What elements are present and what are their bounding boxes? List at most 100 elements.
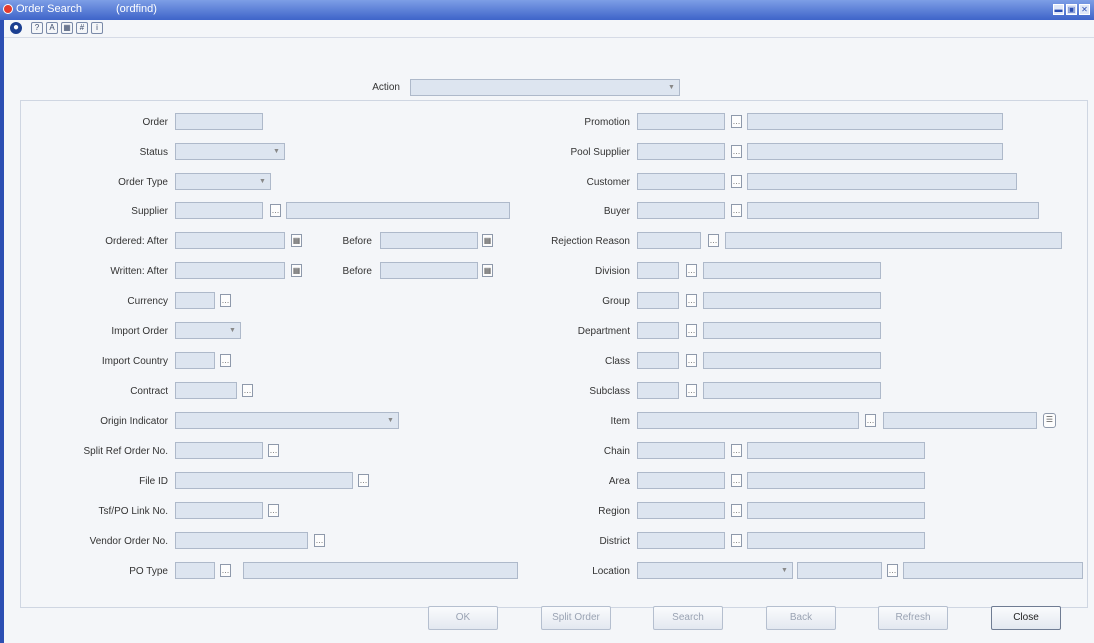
ordered-after-field[interactable] [175,232,285,249]
contract-label: Contract [130,386,168,397]
back-button[interactable]: Back [766,606,836,630]
customer-field[interactable] [637,173,725,190]
calendar-icon[interactable]: ▦ [482,264,493,277]
list-of-values-icon[interactable]: … [220,294,231,307]
customer-description-field [747,173,1017,190]
supplier-field[interactable] [175,202,263,219]
list-of-values-icon[interactable]: … [358,474,369,487]
list-of-values-icon[interactable]: … [270,204,281,217]
split-order-button[interactable]: Split Order [541,606,611,630]
maximize-icon[interactable]: ▣ [1066,4,1077,15]
currency-field[interactable] [175,292,215,309]
list-of-values-icon[interactable]: … [686,324,697,337]
ok-button[interactable]: OK [428,606,498,630]
list-of-values-icon[interactable]: … [220,354,231,367]
chain-field[interactable] [637,442,725,459]
close-button[interactable]: Close [991,606,1061,630]
order-field[interactable] [175,113,263,130]
list-of-values-icon[interactable]: … [242,384,253,397]
help-icon[interactable]: ? [31,22,43,34]
split-ref-order-field[interactable] [175,442,263,459]
calendar-icon[interactable]: ▦ [291,234,302,247]
region-field[interactable] [637,502,725,519]
department-field[interactable] [637,322,679,339]
import-order-dropdown[interactable]: ▼ [175,322,241,339]
subclass-field[interactable] [637,382,679,399]
list-of-values-icon[interactable]: … [731,175,742,188]
list-of-values-icon[interactable]: … [731,534,742,547]
spell-check-icon[interactable]: A [46,22,58,34]
location-field[interactable] [797,562,882,579]
location-type-dropdown[interactable]: ▼ [637,562,793,579]
group-description-field [703,292,881,309]
list-of-values-icon[interactable]: … [731,504,742,517]
department-label: Department [577,326,630,337]
contract-field[interactable] [175,382,237,399]
import-country-field[interactable] [175,352,215,369]
list-of-values-icon[interactable]: … [220,564,231,577]
list-of-values-icon[interactable]: … [865,414,876,427]
group-field[interactable] [637,292,679,309]
list-of-values-icon[interactable]: … [268,444,279,457]
close-window-icon[interactable]: ✕ [1079,4,1090,15]
file-id-field[interactable] [175,472,353,489]
class-field[interactable] [637,352,679,369]
list-of-values-icon[interactable]: … [731,115,742,128]
item-description-field [883,412,1037,429]
rejection-reason-description-field [725,232,1062,249]
list-of-values-icon[interactable]: … [731,145,742,158]
refresh-button[interactable]: Refresh [878,606,948,630]
po-type-field[interactable] [175,562,215,579]
tsf-po-link-field[interactable] [175,502,263,519]
origin-indicator-dropdown[interactable]: ▼ [175,412,399,429]
list-of-values-icon[interactable]: … [708,234,719,247]
import-order-label: Import Order [111,326,168,337]
list-of-values-icon[interactable]: … [731,204,742,217]
pool-supplier-field[interactable] [637,143,725,160]
list-of-values-icon[interactable]: … [686,354,697,367]
calendar-icon[interactable]: ▦ [291,264,302,277]
list-of-values-icon[interactable]: … [686,264,697,277]
chain-description-field [747,442,925,459]
search-button[interactable]: Search [653,606,723,630]
action-dropdown[interactable]: ▼ [410,79,680,96]
list-of-values-icon[interactable]: … [268,504,279,517]
list-of-values-icon[interactable]: … [731,474,742,487]
division-field[interactable] [637,262,679,279]
list-of-values-icon[interactable]: … [887,564,898,577]
window-title: Order Search [16,3,83,15]
district-field[interactable] [637,532,725,549]
minimize-icon[interactable]: ▬ [1053,4,1064,15]
globe-icon[interactable]: ● [10,22,22,34]
window-module-id: (ordfind) [116,3,157,15]
list-of-values-icon[interactable]: … [686,294,697,307]
chevron-down-icon: ▼ [259,178,266,185]
list-of-values-icon[interactable]: … [686,384,697,397]
vendor-order-field[interactable] [175,532,308,549]
written-after-label: Written: After [110,266,168,277]
status-dropdown[interactable]: ▼ [175,143,285,160]
ordered-before-field[interactable] [380,232,478,249]
buyer-field[interactable] [637,202,725,219]
calendar-icon[interactable]: ▦ [61,22,73,34]
item-list-icon[interactable]: ☰ [1043,413,1056,428]
toolbar: ● ? A ▦ # i [4,20,1094,38]
ordered-after-label: Ordered: After [105,236,168,247]
area-label: Area [608,476,630,487]
promotion-field[interactable] [637,113,725,130]
order-type-dropdown[interactable]: ▼ [175,173,271,190]
rejection-reason-field[interactable] [637,232,701,249]
list-of-values-icon[interactable]: … [314,534,325,547]
written-after-field[interactable] [175,262,285,279]
subclass-label: Subclass [589,386,630,397]
customer-label: Customer [586,177,630,188]
calendar-icon[interactable]: ▦ [482,234,493,247]
item-field[interactable] [637,412,859,429]
chevron-down-icon: ▼ [387,417,394,424]
info-icon[interactable]: i [91,22,103,34]
area-field[interactable] [637,472,725,489]
calculator-icon[interactable]: # [76,22,88,34]
division-label: Division [594,266,630,277]
list-of-values-icon[interactable]: … [731,444,742,457]
written-before-field[interactable] [380,262,478,279]
